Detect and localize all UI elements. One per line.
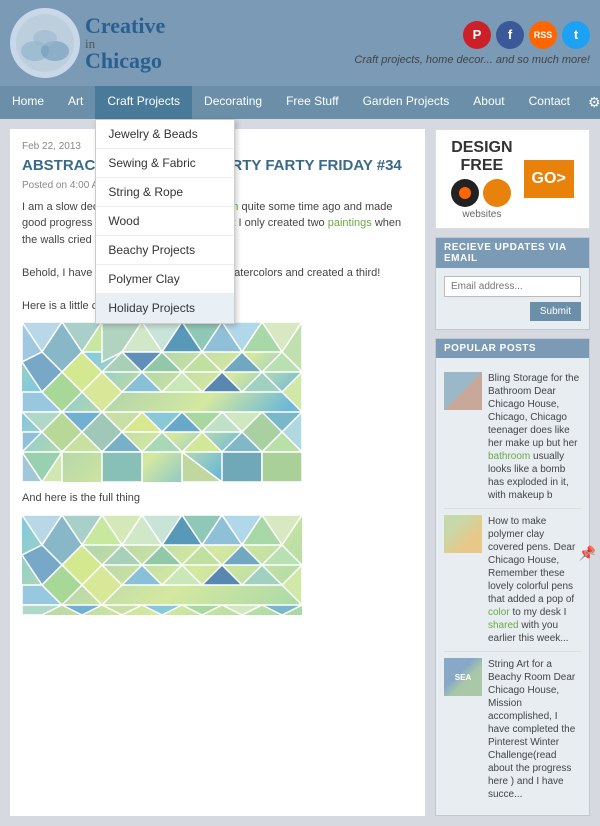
mosaic-svg-2: [22, 515, 302, 615]
color-link[interactable]: color: [488, 607, 510, 618]
email-submit-button[interactable]: Submit: [530, 302, 581, 321]
nav-bar: Home Art Craft Projects Jewelry & Beads …: [0, 86, 600, 119]
header-right: P f RSS t Craft projects, home decor... …: [354, 21, 590, 66]
header-tagline: Craft projects, home decor... and so muc…: [354, 54, 590, 66]
popular-post-thumb-2: [444, 515, 482, 553]
nav-decorating[interactable]: Decorating: [192, 86, 274, 119]
ad-black-circle: [451, 179, 479, 207]
nav-garden[interactable]: Garden Projects: [351, 86, 462, 119]
ad-left: DESIGN FREE websites: [451, 139, 512, 220]
dropdown-holiday[interactable]: Holiday Projects: [96, 294, 234, 323]
sea-label: SEA: [455, 673, 471, 682]
email-header: RECIEVE UPDATES VIA EMAIL: [436, 238, 589, 268]
popular-post-text-2: How to make polymer clay covered pens. D…: [488, 515, 581, 645]
logo: Creative in Chicago: [10, 8, 165, 78]
popular-post-thumb-1: [444, 372, 482, 410]
popular-posts: POPULAR POSTS Bling Storage for the Bath…: [435, 338, 590, 816]
main-layout: Feb 22, 2013 ABSTRACT DINING ROOM: ARTY …: [0, 119, 600, 826]
dropdown-wood[interactable]: Wood: [96, 207, 234, 236]
popular-post-text-1: Bling Storage for the Bathroom Dear Chic…: [488, 372, 581, 502]
craft-dropdown: Jewelry & Beads Sewing & Fabric String &…: [95, 119, 235, 324]
logo-text: Creative in Chicago: [85, 15, 165, 72]
nav-contact[interactable]: Contact: [517, 86, 582, 119]
logo-chicago: Chicago: [85, 50, 165, 72]
pinterest-icon[interactable]: P: [463, 21, 491, 49]
dropdown-jewelry[interactable]: Jewelry & Beads: [96, 120, 234, 149]
dropdown-beachy[interactable]: Beachy Projects: [96, 236, 234, 265]
bathroom-link[interactable]: bathroom: [488, 451, 530, 462]
nav-art[interactable]: Art: [56, 86, 95, 119]
logo-circle: [10, 8, 80, 78]
popular-posts-header: POPULAR POSTS: [436, 339, 589, 358]
popular-post-text-3: String Art for a Beachy Room Dear Chicag…: [488, 658, 581, 801]
logo-creative: Creative: [85, 15, 165, 37]
popular-post-1: Bling Storage for the Bathroom Dear Chic…: [444, 366, 581, 509]
dropdown-string[interactable]: String & Rope: [96, 178, 234, 207]
ad-banner[interactable]: DESIGN FREE websites GO> 📌: [435, 129, 590, 229]
nav-craft-projects[interactable]: Craft Projects Jewelry & Beads Sewing & …: [95, 86, 192, 119]
post-body-full-label: And here is the full thing: [22, 490, 413, 507]
nav-home[interactable]: Home: [0, 86, 56, 119]
email-input[interactable]: [444, 276, 581, 297]
gear-icon[interactable]: ⚙: [582, 86, 600, 119]
facebook-icon[interactable]: f: [496, 21, 524, 49]
dropdown-sewing[interactable]: Sewing & Fabric: [96, 149, 234, 178]
ad-inner: DESIGN FREE websites GO>: [451, 139, 574, 220]
shared-link[interactable]: shared: [488, 620, 519, 631]
popular-post-3: SEA String Art for a Beachy Room Dear Ch…: [444, 652, 581, 807]
paintings-link[interactable]: paintings: [328, 217, 372, 229]
popular-post-thumb-3: SEA: [444, 658, 482, 696]
nav-free-stuff[interactable]: Free Stuff: [274, 86, 350, 119]
ad-inner-circle: [459, 187, 471, 199]
site-header: Creative in Chicago P f RSS t Craft proj…: [0, 0, 600, 86]
scissors-icon-2: ✂: [584, 545, 596, 562]
post-image-closeup: [22, 322, 302, 482]
ad-free-text: FREE: [451, 157, 512, 175]
full-thing-label: And here is the full thing: [22, 490, 413, 507]
twitter-icon[interactable]: t: [562, 21, 590, 49]
email-signup: RECIEVE UPDATES VIA EMAIL Submit ✂: [435, 237, 590, 330]
post-image-full: [22, 515, 302, 615]
rss-icon[interactable]: RSS: [529, 21, 557, 49]
email-body: Submit: [436, 268, 589, 329]
nav-about[interactable]: About: [461, 86, 516, 119]
ad-go-button[interactable]: GO>: [524, 160, 574, 198]
ad-design-text: DESIGN: [451, 139, 512, 157]
social-icons: P f RSS t: [463, 21, 590, 49]
ad-websites-text: websites: [451, 209, 512, 220]
popular-posts-body: Bling Storage for the Bathroom Dear Chic…: [436, 358, 589, 815]
ad-orange-circle: [483, 179, 511, 207]
popular-post-2: How to make polymer clay covered pens. D…: [444, 509, 581, 652]
mosaic-svg: [22, 322, 302, 482]
sidebar: DESIGN FREE websites GO> 📌 RECIEVE UPDAT…: [435, 129, 590, 816]
dropdown-polymer[interactable]: Polymer Clay: [96, 265, 234, 294]
